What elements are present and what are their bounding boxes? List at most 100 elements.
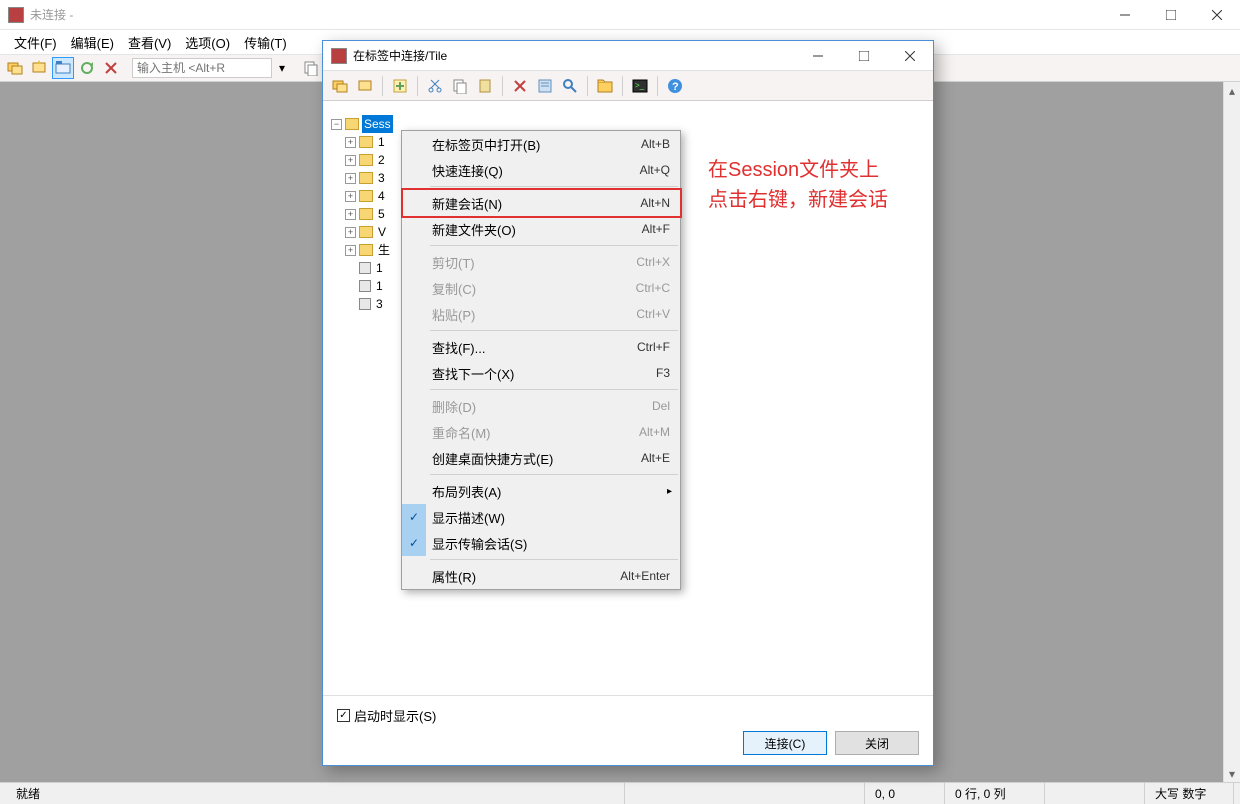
menu-item-label: 布局列表(A) [432, 482, 670, 501]
dlg-tb-copy-icon[interactable] [449, 75, 471, 97]
dialog-icon [331, 48, 347, 64]
menu-item[interactable]: 快速连接(Q)Alt+Q [402, 157, 680, 183]
expand-icon[interactable]: + [345, 191, 356, 202]
menu-separator [430, 559, 678, 560]
menu-item[interactable]: 在标签页中打开(B)Alt+B [402, 131, 680, 157]
menu-item[interactable]: 属性(R)Alt+Enter [402, 563, 680, 589]
toolbar-connect-icon[interactable] [4, 57, 26, 79]
check-icon: ✓ [402, 504, 426, 530]
separator [622, 76, 623, 96]
dialog-close-button[interactable] [887, 41, 933, 71]
menu-item-label: 在标签页中打开(B) [432, 135, 641, 154]
dlg-tb-help-icon[interactable]: ? [664, 75, 686, 97]
check-icon: ✓ [402, 530, 426, 556]
dlg-tb-cut-icon[interactable] [424, 75, 446, 97]
expand-icon[interactable]: + [345, 245, 356, 256]
close-button[interactable] [1194, 0, 1240, 30]
annotation-line2: 点击右键，新建会话 [708, 185, 888, 215]
dlg-tb-paste-icon[interactable] [474, 75, 496, 97]
tree-label: 5 [376, 205, 387, 223]
menu-shortcut: Del [652, 399, 670, 413]
dlg-tb-terminal-icon[interactable]: >_ [629, 75, 651, 97]
toolbar-reconnect-icon[interactable] [76, 57, 98, 79]
folder-icon [359, 136, 373, 148]
scrollbar-vertical[interactable]: ▴ ▾ [1223, 82, 1240, 782]
menu-item[interactable]: 新建文件夹(O)Alt+F [402, 216, 680, 242]
dialog-titlebar: 在标签中连接/Tile [323, 41, 933, 71]
maximize-button[interactable] [1148, 0, 1194, 30]
expand-icon[interactable]: + [345, 137, 356, 148]
menu-item[interactable]: 查找(F)...Ctrl+F [402, 334, 680, 360]
context-menu: 在标签页中打开(B)Alt+B快速连接(Q)Alt+Q新建会话(N)Alt+N新… [401, 130, 681, 590]
menu-view[interactable]: 查看(V) [122, 31, 177, 54]
menu-transfer[interactable]: 传输(T) [238, 31, 293, 54]
expand-icon[interactable]: + [345, 227, 356, 238]
menu-file[interactable]: 文件(F) [8, 31, 63, 54]
dialog-title: 在标签中连接/Tile [353, 47, 795, 64]
menu-shortcut: F3 [656, 366, 670, 380]
folder-icon [359, 172, 373, 184]
connect-button[interactable]: 连接(C) [743, 731, 827, 755]
menu-shortcut: Alt+F [642, 222, 670, 236]
checkbox-icon[interactable]: ✓ [337, 709, 350, 722]
svg-text:?: ? [672, 81, 679, 93]
menu-edit[interactable]: 编辑(E) [65, 31, 120, 54]
toolbar-disconnect-icon[interactable] [100, 57, 122, 79]
menu-separator [430, 474, 678, 475]
collapse-icon[interactable]: − [331, 119, 342, 130]
main-title: 未连接 - [30, 6, 1102, 23]
show-on-startup-checkbox[interactable]: ✓ 启动时显示(S) [337, 706, 919, 725]
menu-shortcut: Ctrl+F [637, 340, 670, 354]
annotation-text: 在Session文件夹上 点击右键，新建会话 [708, 155, 888, 215]
menu-item-label: 属性(R) [432, 567, 620, 586]
session-icon [359, 298, 371, 310]
toolbar-tab-connect-icon[interactable] [52, 57, 74, 79]
expand-icon[interactable]: + [345, 155, 356, 166]
tree-label: 3 [376, 169, 387, 187]
menu-item[interactable]: ✓ 显示传输会话(S) [402, 530, 680, 556]
dlg-tb-connect-icon[interactable] [329, 75, 351, 97]
menu-shortcut: Alt+E [641, 451, 670, 465]
menu-item[interactable]: ✓显示描述(W) [402, 504, 680, 530]
dlg-tb-newsession-icon[interactable] [389, 75, 411, 97]
tree-label: 3 [374, 295, 385, 313]
menu-item[interactable]: 创建桌面快捷方式(E)Alt+E [402, 445, 680, 471]
dlg-tb-delete-icon[interactable] [509, 75, 531, 97]
menu-item-label: 显示传输会话(S) [432, 534, 670, 553]
host-input[interactable] [132, 58, 272, 78]
folder-icon [359, 244, 373, 256]
window-controls [1102, 0, 1240, 30]
folder-icon [359, 190, 373, 202]
menu-item: 剪切(T)Ctrl+X [402, 249, 680, 275]
svg-text:>_: >_ [635, 81, 645, 90]
scroll-up-icon[interactable]: ▴ [1224, 82, 1240, 99]
menu-item-label: 查找下一个(X) [432, 364, 656, 383]
dlg-tb-find-icon[interactable] [559, 75, 581, 97]
folder-icon [359, 154, 373, 166]
dialog-maximize-button[interactable] [841, 41, 887, 71]
dlg-tb-properties-icon[interactable] [534, 75, 556, 97]
folder-icon [359, 208, 373, 220]
menu-options[interactable]: 选项(O) [179, 31, 236, 54]
minimize-button[interactable] [1102, 0, 1148, 30]
menu-shortcut: Ctrl+V [636, 307, 670, 321]
separator [502, 76, 503, 96]
status-ready: 就绪 [6, 783, 624, 804]
dlg-tb-newfolder-icon[interactable] [594, 75, 616, 97]
expand-icon[interactable]: + [345, 209, 356, 220]
menu-shortcut: Alt+B [641, 137, 670, 151]
app-icon [8, 7, 24, 23]
dialog-minimize-button[interactable] [795, 41, 841, 71]
close-dialog-button[interactable]: 关闭 [835, 731, 919, 755]
menu-item[interactable]: 布局列表(A)▸ [402, 478, 680, 504]
dlg-tb-quickconnect-icon[interactable] [354, 75, 376, 97]
expand-icon[interactable]: + [345, 173, 356, 184]
toolbar-copy-icon[interactable] [300, 57, 322, 79]
menu-item[interactable]: 查找下一个(X)F3 [402, 360, 680, 386]
menu-item-label: 粘贴(P) [432, 305, 636, 324]
scroll-down-icon[interactable]: ▾ [1224, 765, 1240, 782]
menu-item[interactable]: 新建会话(N)Alt+N [402, 190, 680, 216]
menu-item-label: 查找(F)... [432, 338, 637, 357]
toolbar-quickconnect-icon[interactable] [28, 57, 50, 79]
host-dropdown[interactable]: ▾ [274, 58, 290, 78]
